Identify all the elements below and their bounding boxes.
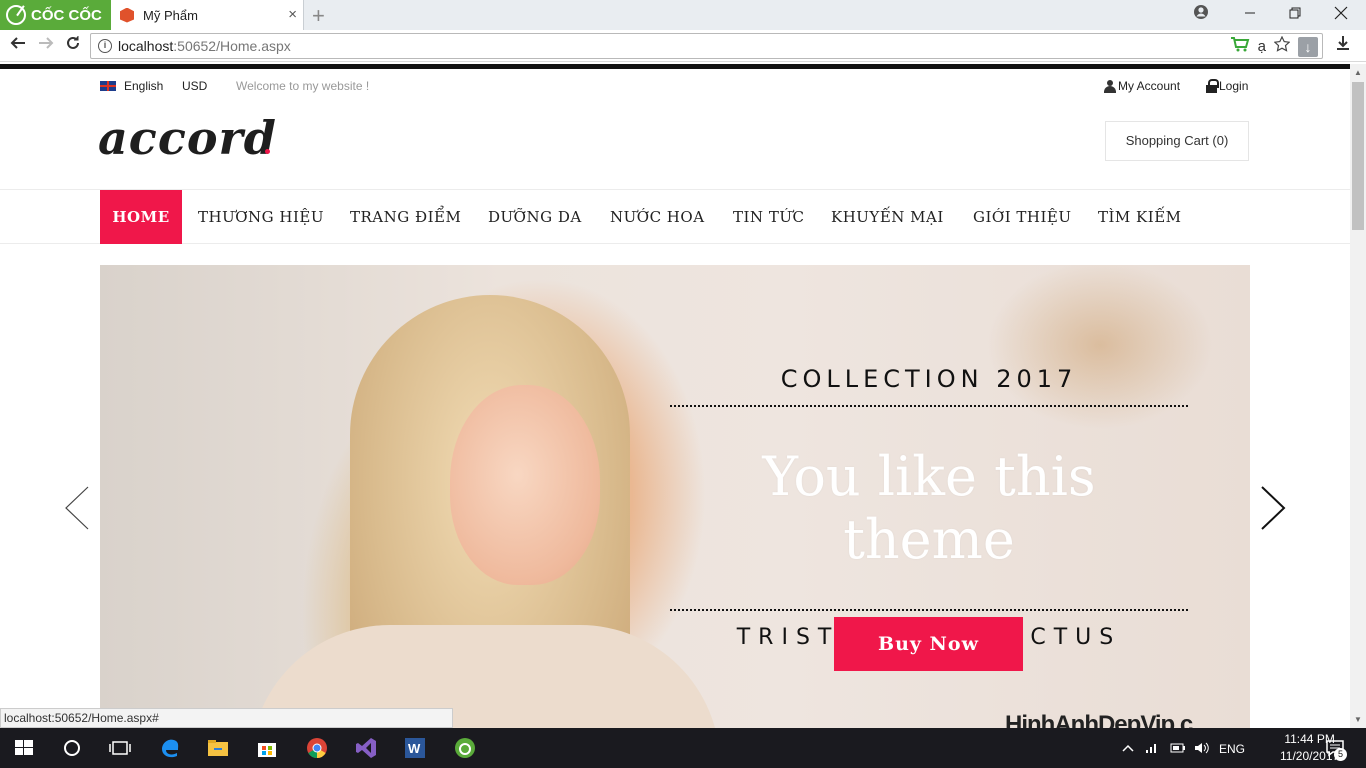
nav-item-about[interactable]: GIỚI THIỆU [973,190,1072,244]
logo-dot [265,149,270,154]
uk-flag-icon[interactable] [100,81,116,91]
windows-taskbar: W ENG 11:44 PM 11/20/2017 5 [0,728,1366,768]
welcome-message: Welcome to my website ! [236,79,370,93]
my-account-link[interactable]: My Account [1104,79,1180,93]
browser-status-bar: localhost:50652/Home.aspx# [0,708,453,728]
visual-studio-icon[interactable] [354,736,378,760]
slide-heading: COLLECTION 2017 [780,365,1078,393]
word-icon[interactable]: W [403,736,427,760]
file-explorer-icon[interactable] [206,736,230,760]
site-info-icon[interactable]: i [98,39,112,53]
lock-icon [1206,79,1219,93]
nav-item-skincare[interactable]: DƯỠNG DA [488,190,582,244]
download-arrow-icon[interactable]: ↓ [1298,36,1318,57]
store-icon[interactable] [255,736,279,760]
slider-next-arrow-icon[interactable] [1260,486,1286,530]
coccoc-menu-button[interactable]: CỐC CỐC [0,0,111,30]
task-view-icon[interactable] [108,736,132,760]
cortana-search-icon[interactable] [60,736,84,760]
hero-model-face [450,385,600,585]
browser-tabstrip: CỐC CỐC Mỹ Phẩm × + [0,0,1366,30]
login-link[interactable]: Login [1206,79,1248,93]
edge-browser-icon[interactable] [158,736,182,760]
main-navigation: HOME THƯƠNG HIỆU TRANG ĐIỂM DƯỠNG DA NƯỚ… [0,189,1350,244]
scroll-up-icon[interactable]: ▲ [1354,68,1362,77]
nav-item-brands[interactable]: THƯƠNG HIỆU [198,190,324,244]
action-center-icon[interactable]: 5 [1324,736,1348,761]
buy-now-button[interactable]: Buy Now [834,617,1023,671]
nav-item-makeup[interactable]: TRANG ĐIỂM [350,190,461,244]
downloads-icon[interactable] [1336,35,1350,56]
brand-label: CỐC CỐC [31,6,102,24]
translit-icon[interactable]: ạ [1258,38,1266,55]
battery-icon[interactable] [1170,742,1186,757]
nav-item-news[interactable]: TIN TỨC [733,190,804,244]
reload-icon[interactable] [65,35,81,56]
tab-close-icon[interactable]: × [288,6,297,23]
slide-tagline: You like this theme [762,445,1096,571]
coccoc-taskbar-icon[interactable] [453,736,477,760]
address-bar[interactable]: i localhost:50652/Home.aspx ạ ↓ [90,33,1323,59]
hero-slider[interactable]: COLLECTION 2017 You like this theme TRIS… [100,265,1250,728]
back-arrow-icon[interactable] [10,35,26,56]
dotted-divider [670,609,1188,611]
shopping-cart-button[interactable]: Shopping Cart (0) [1105,121,1249,161]
my-account-label: My Account [1118,79,1181,93]
close-window-button[interactable] [1334,3,1348,27]
scroll-thumb[interactable] [1352,82,1364,230]
browser-toolbar: i localhost:50652/Home.aspx ạ ↓ [0,30,1366,62]
bookmark-star-icon[interactable] [1273,35,1291,57]
minimize-button[interactable] [1244,3,1256,27]
forward-arrow-icon[interactable] [38,35,54,56]
scroll-down-icon[interactable]: ▼ [1354,715,1362,724]
input-language[interactable]: ENG [1219,742,1245,756]
site-logo[interactable]: accord [98,111,277,165]
network-icon[interactable] [1145,742,1159,757]
chrome-icon[interactable] [305,736,329,760]
volume-icon[interactable] [1194,742,1210,757]
restore-button[interactable] [1289,3,1301,27]
svg-text:W: W [408,741,421,756]
windows-start-icon[interactable] [12,736,36,760]
login-label: Login [1219,79,1249,93]
dotted-divider [670,405,1188,407]
notification-count: 5 [1334,748,1347,761]
coccoc-logo-icon [6,5,26,25]
page-scrollbar[interactable]: ▲ ▼ [1350,64,1366,728]
user-icon [1104,79,1116,93]
nav-item-home[interactable]: HOME [100,190,182,244]
hero-caption: COLLECTION 2017 You like this theme TRIS… [670,355,1188,650]
magento-favicon-icon [120,7,134,23]
browser-tab[interactable]: Mỹ Phẩm × [111,0,304,30]
web-page: English USD Welcome to my website ! My A… [0,69,1350,728]
tray-chevron-icon[interactable] [1122,742,1134,757]
nav-item-promotions[interactable]: KHUYẾN MẠI [831,190,944,244]
slider-prev-arrow-icon[interactable] [64,486,90,530]
new-tab-button[interactable]: + [312,3,325,29]
tab-title: Mỹ Phẩm [143,7,198,23]
language-selector[interactable]: English [124,79,163,93]
nav-item-perfume[interactable]: NƯỚC HOA [610,190,705,244]
profile-icon[interactable] [1193,4,1209,24]
shopping-cart-extension-icon[interactable] [1230,36,1250,57]
url-text[interactable]: localhost:50652/Home.aspx [118,38,291,54]
currency-selector[interactable]: USD [182,79,207,93]
site-topbar: English USD Welcome to my website ! My A… [0,69,1350,101]
nav-item-search[interactable]: TÌM KIẾM [1098,190,1182,244]
